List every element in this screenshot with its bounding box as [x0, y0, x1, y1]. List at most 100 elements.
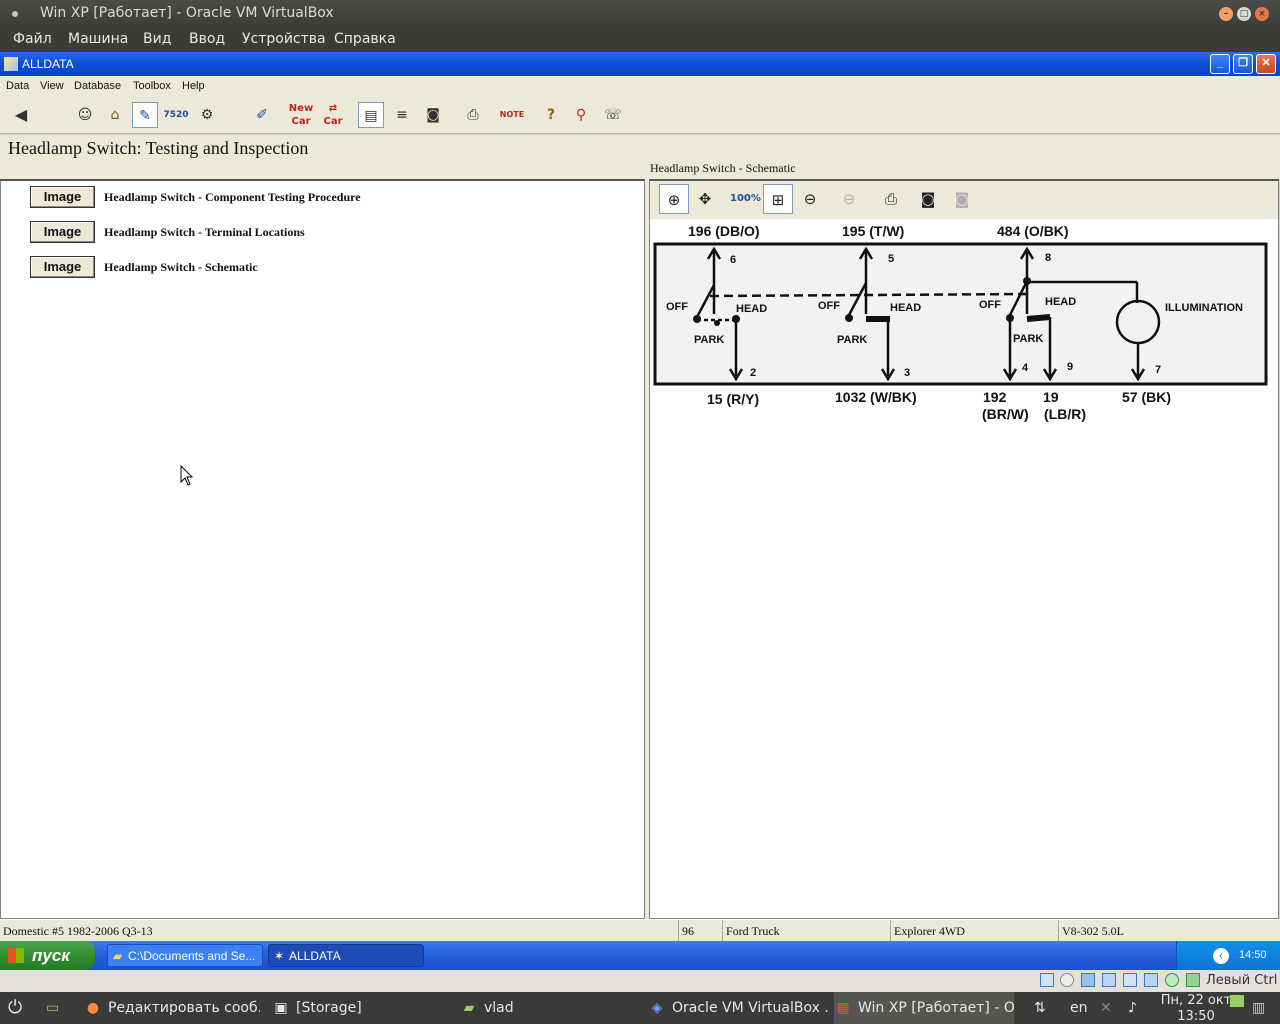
new-car-icon[interactable]: New Car [288, 102, 314, 128]
workspace-indicator-icon[interactable] [1230, 995, 1244, 1007]
wire-label-15: 15 (R/Y) [707, 391, 759, 407]
task-explorer[interactable]: ▰ C:\Documents and Se... [107, 944, 263, 967]
host-task-storage[interactable]: ▣ [Storage] [272, 992, 448, 1024]
wire-label-195: 195 (T/W) [842, 223, 904, 239]
start-button[interactable]: пуск [0, 941, 95, 970]
xp-close-icon[interactable]: ✕ [1256, 54, 1276, 74]
image-button[interactable]: Image [30, 256, 95, 278]
fit-window-icon[interactable]: ⊞ [763, 184, 793, 214]
vbox-menu-view[interactable]: Вид [143, 27, 171, 52]
xp-restore-icon[interactable]: ❐ [1233, 54, 1253, 74]
text-lines-icon[interactable]: ≡ [389, 102, 415, 128]
show-desktop-icon[interactable]: ▭ [46, 992, 72, 1024]
print-icon[interactable]: ⎙ [460, 102, 486, 128]
menu-database[interactable]: Database [74, 76, 121, 96]
hard-disk-icon[interactable] [1040, 973, 1054, 987]
settings-gear-icon[interactable]: ⚙ [194, 102, 220, 128]
vbox-menu-help[interactable]: Справка [334, 27, 396, 52]
park-label: PARK [694, 334, 724, 346]
image-button[interactable]: Image [30, 221, 95, 243]
task-alldata[interactable]: ✶ ALLDATA [268, 944, 424, 967]
menu-data[interactable]: Data [6, 76, 29, 96]
image-button[interactable]: Image [30, 186, 95, 208]
usb-icon[interactable] [1144, 973, 1158, 987]
vbox-menu-file[interactable]: Файл [13, 27, 52, 52]
pin-label: 3 [904, 367, 910, 379]
zoom-width-icon[interactable]: ⊖ [795, 184, 825, 214]
home-icon[interactable]: ⌂ [102, 102, 128, 128]
off-label: OFF [979, 299, 1001, 311]
alldata-app-icon[interactable] [4, 57, 18, 71]
zoom-out-icon[interactable]: ⊖ [834, 184, 864, 214]
shared-folder-icon[interactable] [1081, 973, 1095, 987]
terminal-dot [693, 315, 701, 323]
folder-icon: ▰ [463, 1000, 475, 1016]
maximize-icon[interactable]: □ [1237, 7, 1251, 21]
service-book-icon[interactable]: ✐ [249, 102, 275, 128]
virtualbox-icon: ◈ [651, 1000, 663, 1016]
display-icon[interactable] [1102, 973, 1116, 987]
app-menu-icon[interactable]: ⏻ [8, 992, 36, 1024]
pan-icon[interactable]: ✥ [690, 184, 720, 214]
tray-expand-icon[interactable]: ‹ [1213, 948, 1229, 964]
network-updown-icon[interactable]: ⇅ [1034, 992, 1058, 1024]
vbox-menu-input[interactable]: Ввод [189, 27, 225, 52]
actual-size-icon[interactable]: 100% [730, 184, 761, 214]
trash-icon[interactable]: ▥ [1252, 992, 1274, 1024]
host-language[interactable]: en [1070, 992, 1092, 1024]
terminal-dot [1023, 277, 1031, 285]
zoom-in-tool-icon[interactable]: ⊕ [659, 184, 689, 214]
host-task-winxp[interactable]: ▦ Win XP [Работает] - O... [834, 992, 1014, 1024]
link-component-testing[interactable]: Headlamp Switch - Component Testing Proc… [104, 190, 361, 205]
camera-icon[interactable]: ◙ [420, 102, 446, 128]
start-label: пуск [32, 946, 70, 965]
vbox-titlebar: Win XP [Работает] - Oracle VM VirtualBox… [0, 0, 1280, 27]
fax-icon[interactable]: ☏ [600, 102, 626, 128]
xp-clock: 14:50 [1239, 949, 1267, 961]
host-task-firefox[interactable]: ● Редактировать сооб... [84, 992, 260, 1024]
menu-help[interactable]: Help [182, 76, 205, 96]
park-label: PARK [1013, 333, 1043, 345]
mouse-integration-icon[interactable] [1186, 973, 1200, 987]
link-terminal-locations[interactable]: Headlamp Switch - Terminal Locations [104, 225, 305, 240]
vbox-menu-machine[interactable]: Машина [68, 27, 128, 52]
help-question-icon[interactable]: ? [538, 102, 564, 128]
image-viewer-pane: ⊕ ✥ 100% ⊞ ⊖ ⊖ ⎙ ◙ ◙ 196 (DB/O) 195 (T/W… [649, 179, 1279, 919]
optical-drive-icon[interactable] [1060, 973, 1074, 987]
menu-view[interactable]: View [40, 76, 64, 96]
main-toolbar: ◀ ☺ ⌂ ✎ 7520 ⚙ ✐ New Car ⇄ Car ▤ ≡ ◙ ⎙ NOT… [0, 96, 1280, 134]
status-engine: V8-302 5.0L [1058, 920, 1278, 942]
menu-toolbox[interactable]: Toolbox [133, 76, 171, 96]
snapshot-icon[interactable]: ◙ [913, 184, 943, 214]
host-task-virtualbox[interactable]: ◈ Oracle VM VirtualBox ... [648, 992, 828, 1024]
xp-minimize-icon[interactable]: _ [1210, 54, 1230, 74]
windows-icon: ▦ [836, 1000, 850, 1016]
minimize-icon[interactable]: – [1219, 7, 1233, 21]
note-icon[interactable]: NOTE [499, 102, 525, 128]
close-icon[interactable]: × [1255, 7, 1269, 21]
find-icon[interactable]: ⚲ [568, 102, 594, 128]
alldata-titlebar: ALLDATA _ ❐ ✕ [0, 52, 1280, 76]
search-tools-icon[interactable]: ✎ [132, 102, 158, 128]
window-menu-icon[interactable] [12, 11, 18, 17]
snapshot-disabled-icon[interactable]: ◙ [947, 184, 977, 214]
technician-icon[interactable]: ☺ [72, 102, 98, 128]
volume-icon[interactable]: ♪ [1128, 992, 1152, 1024]
vbox-menu-devices[interactable]: Устройства [242, 27, 326, 52]
content-pane: Image Headlamp Switch - Component Testin… [0, 179, 645, 919]
tsb-icon[interactable]: 7520 [163, 102, 189, 128]
link-schematic[interactable]: Headlamp Switch - Schematic [104, 260, 258, 275]
change-car-icon[interactable]: ⇄ Car [320, 102, 346, 128]
recording-icon[interactable] [1165, 973, 1179, 987]
host-task-vlad[interactable]: ▰ vlad [460, 992, 636, 1024]
wire-label-196: 196 (DB/O) [688, 223, 760, 239]
document-view-icon[interactable]: ▤ [358, 102, 384, 128]
network-icon[interactable] [1123, 973, 1137, 987]
alldata-task-icon: ✶ [274, 949, 285, 963]
status-make: Ford Truck [722, 920, 888, 942]
back-arrow-icon[interactable]: ◀ [8, 102, 34, 128]
terminal-dot [1006, 314, 1014, 322]
alldata-title: ALLDATA [22, 57, 74, 71]
microphone-muted-icon[interactable]: ✕ [1100, 992, 1122, 1024]
print-image-icon[interactable]: ⎙ [876, 184, 906, 214]
